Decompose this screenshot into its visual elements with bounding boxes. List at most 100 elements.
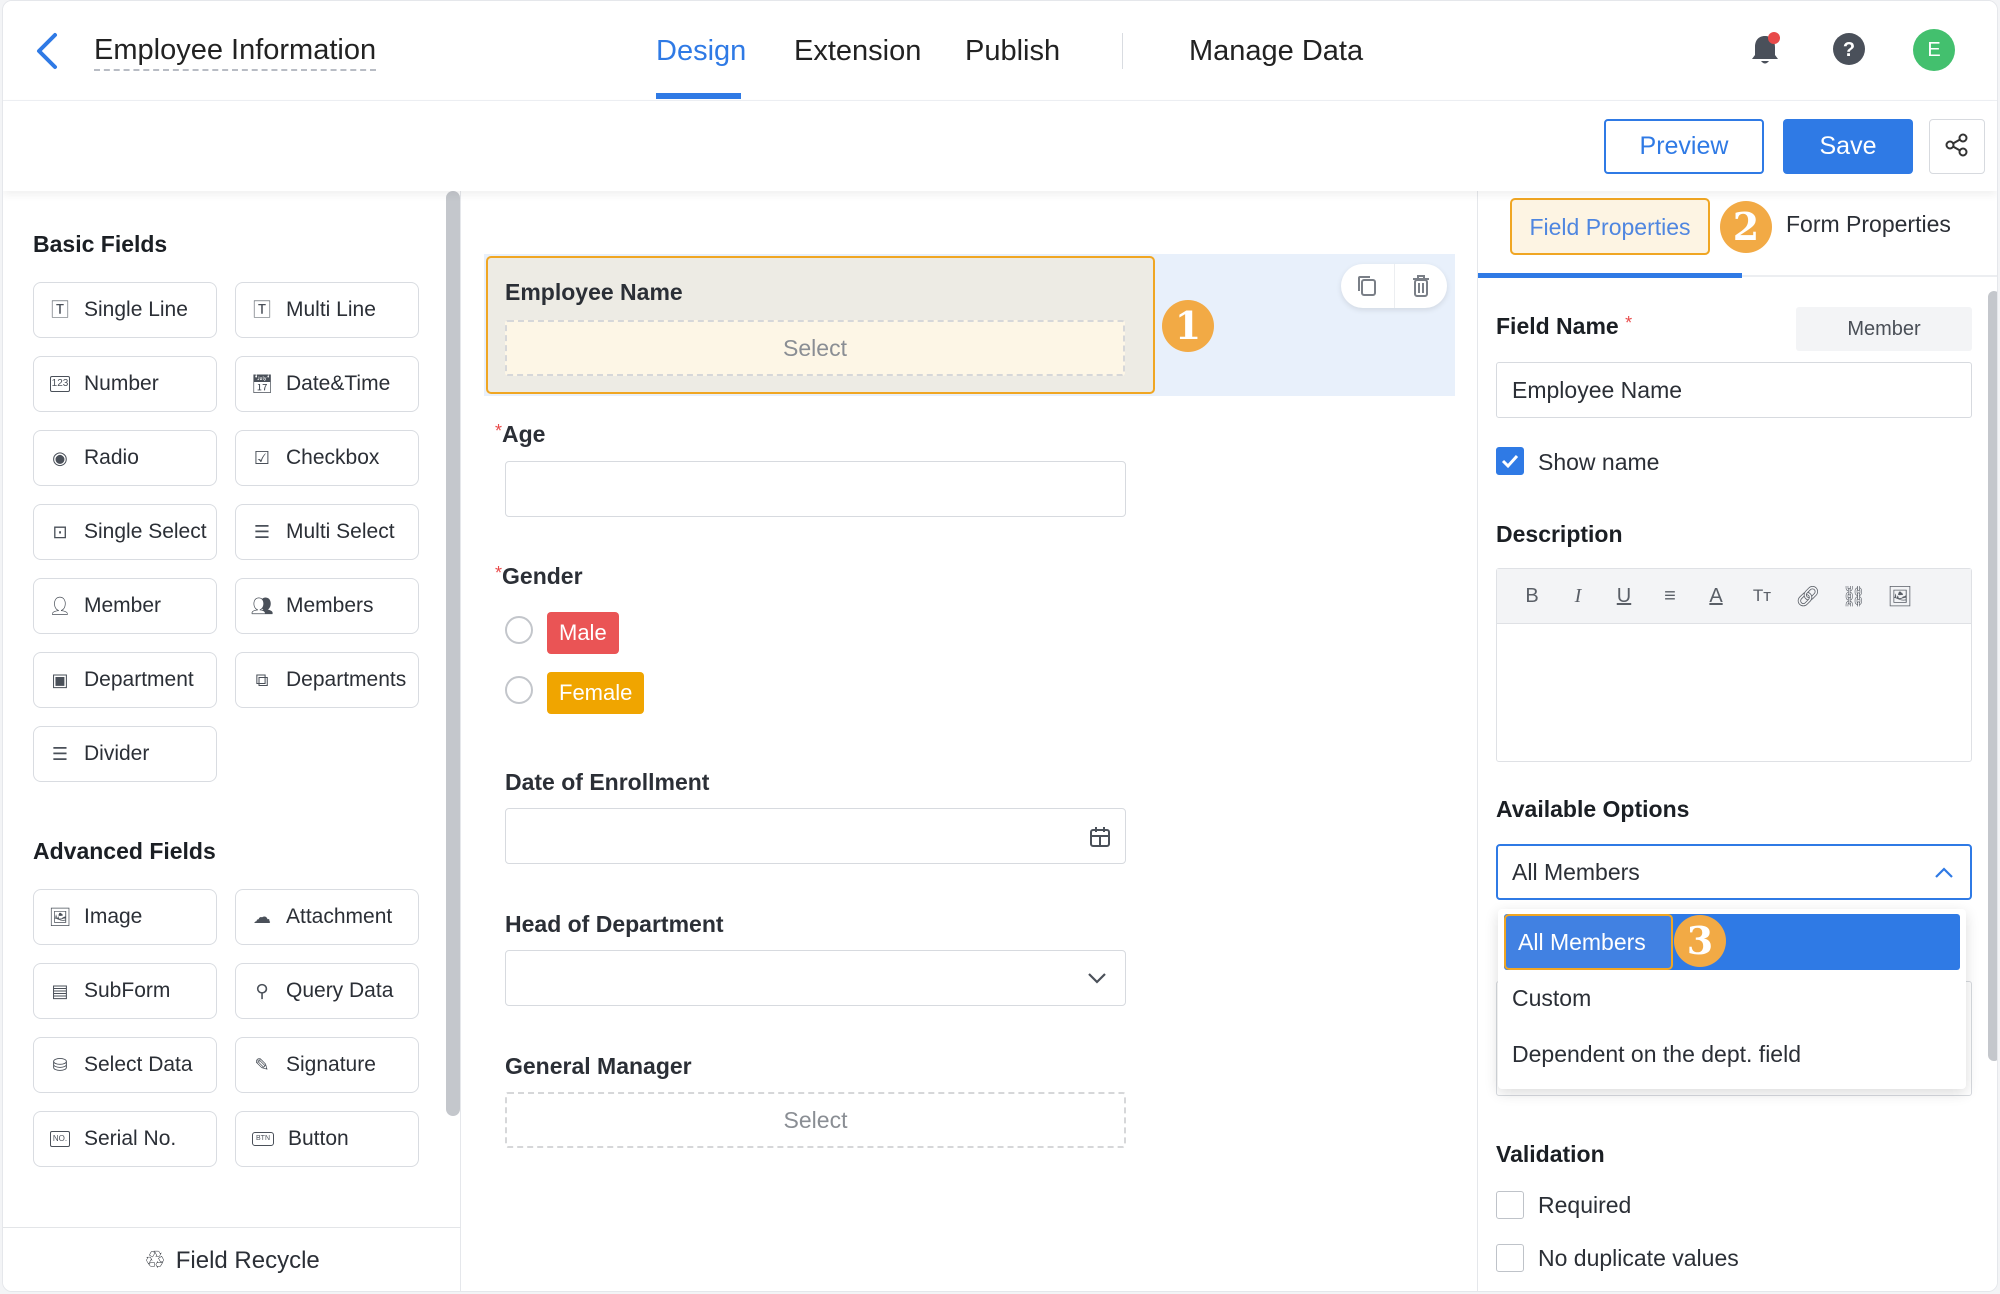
description-textarea[interactable] (1497, 625, 1971, 761)
back-button[interactable] (31, 31, 63, 71)
field-select-data[interactable]: ⛁ Select Data (33, 1037, 217, 1093)
available-options-select[interactable]: All Members (1496, 844, 1972, 900)
field-checkbox[interactable]: ☑ Checkbox (235, 430, 419, 486)
validation-label: Validation (1496, 1141, 1605, 1167)
field-divider[interactable]: ☰ Divider (33, 726, 217, 782)
help-button[interactable]: ? (1831, 31, 1867, 72)
option-custom[interactable]: Custom (1498, 970, 1966, 1026)
notifications-button[interactable] (1747, 31, 1783, 72)
italic-icon[interactable]: I (1555, 581, 1601, 611)
field-multi-line[interactable]: 🅃 Multi Line (235, 282, 419, 338)
tab-form-properties[interactable]: Form Properties (1786, 211, 1951, 238)
sidebar-scrollbar[interactable] (446, 191, 460, 1116)
font-size-icon[interactable]: Tт (1739, 581, 1785, 611)
copy-icon (1358, 276, 1377, 296)
member-select-placeholder[interactable]: Select (505, 320, 1125, 376)
check-icon (1501, 454, 1519, 469)
active-tab-indicator (656, 93, 741, 99)
app-window: Employee Information Design Extension Pu… (2, 0, 1998, 1292)
gender-option-male[interactable]: Male (547, 612, 619, 654)
tab-design[interactable]: Design (656, 33, 746, 69)
no-duplicate-checkbox[interactable] (1496, 1244, 1524, 1272)
insert-image-icon[interactable]: 🖼︎ (1877, 581, 1923, 611)
gender-radio-male[interactable] (505, 616, 533, 644)
field-subform[interactable]: ▤ SubForm (33, 963, 217, 1019)
button-icon: BTN (252, 1132, 274, 1146)
number-icon: 123 (50, 376, 70, 392)
field-query-data[interactable]: ⚲ Query Data (235, 963, 419, 1019)
field-multi-select[interactable]: ☰ Multi Select (235, 504, 419, 560)
link-icon[interactable]: 🔗︎ (1785, 581, 1831, 611)
app-title[interactable]: Employee Information (94, 33, 377, 71)
field-employee-name[interactable]: Employee Name Select (486, 256, 1155, 394)
general-manager-label: General Manager (505, 1053, 692, 1079)
field-date-time[interactable]: 📅︎ Date&Time (235, 356, 419, 412)
field-member[interactable]: 👤︎ Member (33, 578, 217, 634)
field-palette: Basic Fields 🅃 Single Line 🅃 Multi Line 12… (3, 191, 461, 1291)
field-type-badge: Member (1796, 307, 1972, 351)
field-signature[interactable]: ✎ Signature (235, 1037, 419, 1093)
field-image[interactable]: 🖼︎ Image (33, 889, 217, 945)
single-select-icon: ⊡ (52, 522, 68, 542)
field-departments[interactable]: ⧉ Departments (235, 652, 419, 708)
copy-field-button[interactable] (1341, 264, 1394, 308)
tab-manage-data[interactable]: Manage Data (1189, 33, 1363, 69)
description-editor: B I U ≡ A Tт 🔗︎ ⛓︎ 🖼︎ (1496, 568, 1972, 762)
bell-icon (1752, 32, 1780, 64)
required-checkbox[interactable] (1496, 1191, 1524, 1219)
database-icon: ⛁ (52, 1055, 68, 1075)
bold-icon[interactable]: B (1509, 581, 1555, 611)
field-attachment[interactable]: ☁ Attachment (235, 889, 419, 945)
multi-select-icon: ☰ (253, 522, 271, 542)
field-recycle-button[interactable]: ♲ Field Recycle (3, 1227, 461, 1291)
chevron-left-icon (37, 33, 57, 69)
date-of-enrollment-input[interactable] (505, 808, 1126, 864)
field-department[interactable]: ▣ Department (33, 652, 217, 708)
option-dependent-on-dept[interactable]: Dependent on the dept. field (1498, 1026, 1966, 1082)
field-name-input[interactable]: Employee Name (1496, 362, 1972, 418)
general-manager-select[interactable]: Select (505, 1092, 1126, 1148)
font-color-icon[interactable]: A (1693, 581, 1739, 611)
unlink-icon[interactable]: ⛓︎ (1831, 581, 1877, 611)
head-of-department-label: Head of Department (505, 911, 724, 937)
option-all-members[interactable]: All Members (1504, 914, 1960, 970)
tab-field-properties[interactable]: Field Properties (1510, 198, 1710, 255)
image-icon: 🖼︎ (48, 907, 72, 927)
field-single-select[interactable]: ⊡ Single Select (33, 504, 217, 560)
user-avatar[interactable]: E (1913, 29, 1955, 71)
editor-toolbar: B I U ≡ A Tт 🔗︎ ⛓︎ 🖼︎ (1497, 569, 1971, 624)
tab-publish[interactable]: Publish (965, 33, 1060, 69)
date-of-enrollment-label: Date of Enrollment (505, 769, 710, 795)
field-number[interactable]: 123 Number (33, 356, 217, 412)
head-of-department-select[interactable] (505, 950, 1126, 1006)
help-icon: ? (1833, 33, 1865, 65)
align-icon[interactable]: ≡ (1647, 581, 1693, 611)
save-button[interactable]: Save (1783, 119, 1913, 174)
field-members[interactable]: 👥︎ Members (235, 578, 419, 634)
query-icon: ⚲ (255, 981, 269, 1001)
field-single-line[interactable]: 🅃 Single Line (33, 282, 217, 338)
age-input[interactable] (505, 461, 1126, 517)
annotation-step-1: 1 (1162, 300, 1214, 352)
gender-radio-female[interactable] (505, 676, 533, 704)
delete-field-button[interactable] (1393, 264, 1448, 308)
properties-panel: Field Properties 2 Form Properties Field… (1477, 191, 1997, 1291)
field-radio[interactable]: ◉ Radio (33, 430, 217, 486)
annotation-step-3: 3 (1674, 915, 1726, 967)
properties-scrollbar[interactable] (1988, 291, 1997, 1061)
radio-icon: ◉ (52, 448, 68, 468)
text-box-icon: 🅃 (51, 300, 69, 320)
show-name-checkbox[interactable] (1496, 447, 1524, 475)
gender-option-female[interactable]: Female (547, 672, 645, 714)
tab-extension[interactable]: Extension (794, 33, 921, 69)
field-serial-no[interactable]: NO. Serial No. (33, 1111, 217, 1167)
nav-divider (1122, 33, 1123, 69)
preview-button[interactable]: Preview (1604, 119, 1764, 174)
underline-icon[interactable]: U (1601, 581, 1647, 611)
available-options-label: Available Options (1496, 796, 1690, 822)
properties-tabs: Field Properties 2 Form Properties (1478, 191, 1997, 278)
svg-text:?: ? (1843, 39, 1855, 61)
field-button[interactable]: BTN Button (235, 1111, 419, 1167)
text-box-icon: 🅃 (253, 300, 271, 320)
share-button[interactable] (1929, 119, 1985, 174)
